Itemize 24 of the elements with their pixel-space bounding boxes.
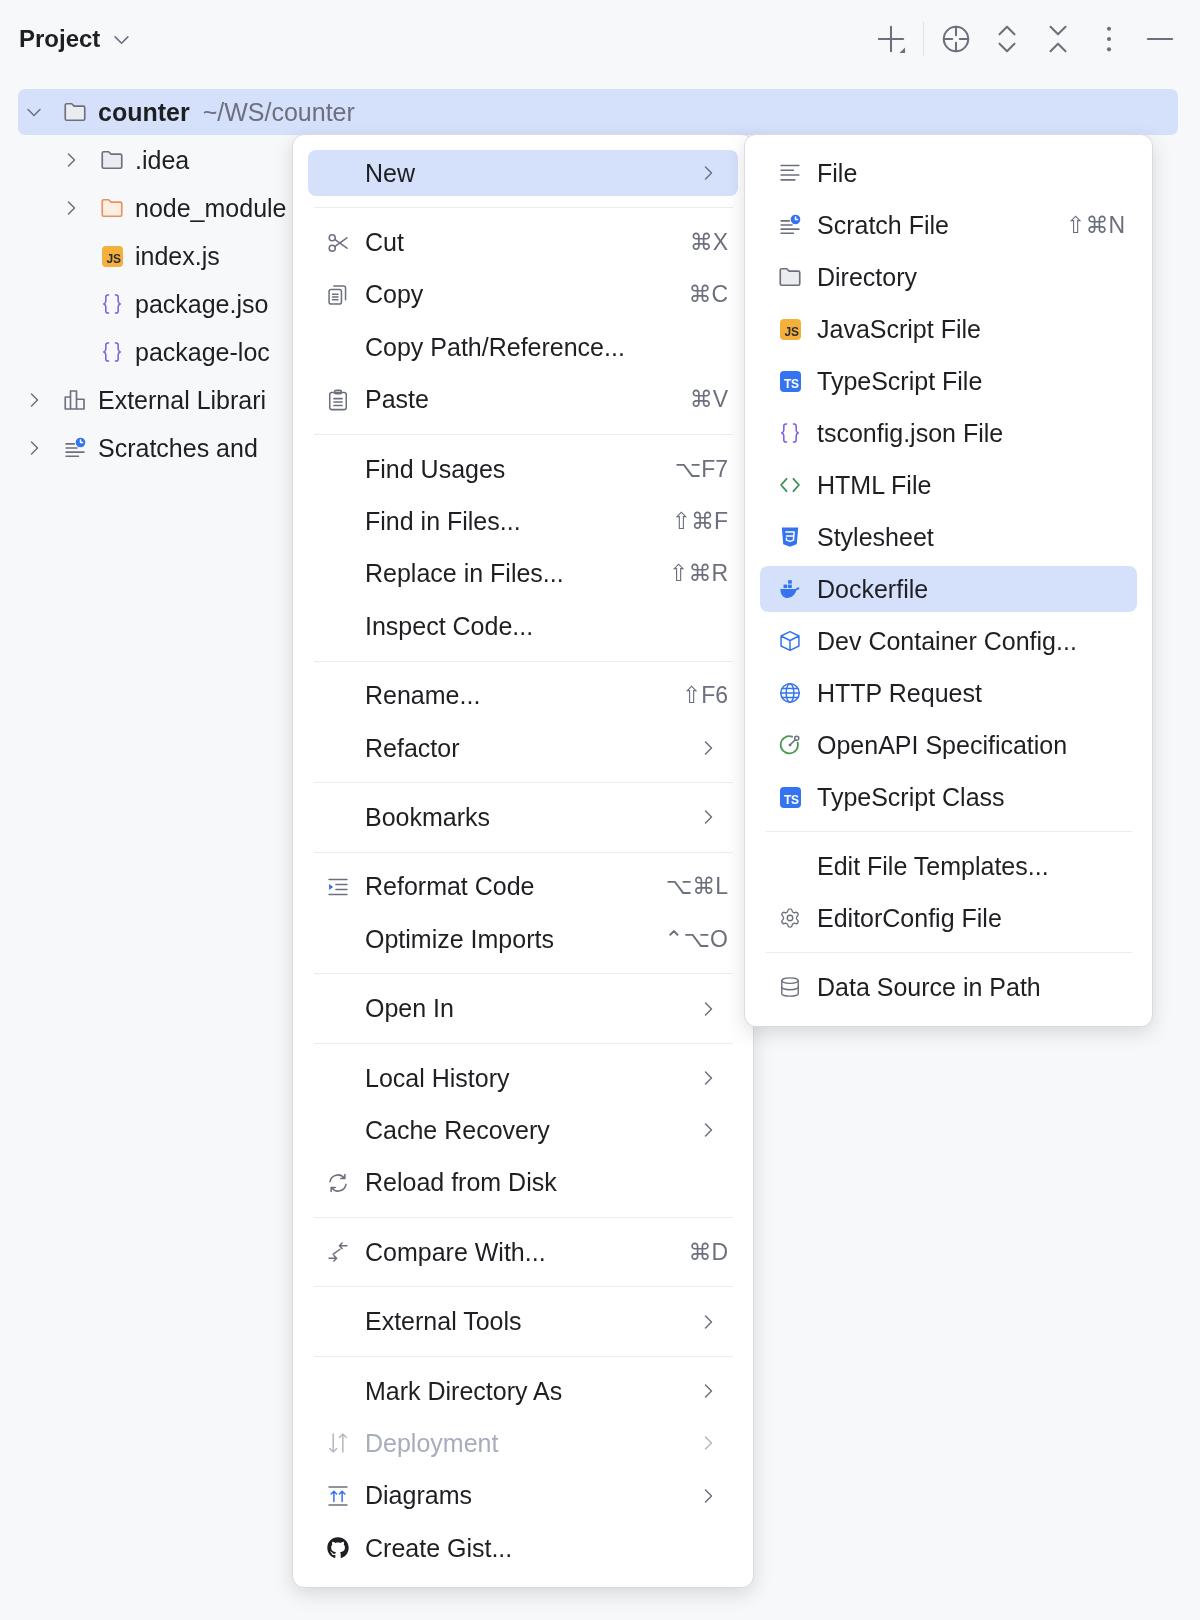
file-type-badge: JS bbox=[101, 245, 123, 267]
shortcut-text: ⌥⌘L bbox=[665, 873, 728, 901]
file-name-text: counter bbox=[98, 97, 190, 127]
file-name-text: node_module bbox=[135, 193, 287, 223]
file-type-badge: TS bbox=[779, 786, 801, 808]
shortcut-text: ⌥F7 bbox=[674, 455, 728, 483]
file-name-text: Scratches and bbox=[98, 433, 258, 463]
file-name-text: index.js bbox=[135, 241, 220, 271]
shortcut-text: ⌃⌥O bbox=[664, 925, 728, 953]
shortcut-text: ⇧⌘F bbox=[671, 508, 728, 536]
shortcut-text: ⇧⌘R bbox=[669, 560, 728, 588]
file-type-badge: JS bbox=[779, 318, 801, 340]
path-text: ~/WS/counter bbox=[202, 97, 355, 127]
shortcut-text: ⇧⌘N bbox=[1066, 211, 1125, 239]
shortcut-text: ⌘C bbox=[688, 281, 728, 309]
shortcut-text: ⌘V bbox=[689, 386, 728, 414]
shortcut-text: ⌘X bbox=[689, 229, 728, 257]
file-type-badge: TS bbox=[779, 370, 801, 392]
file-name-text: package.jso bbox=[135, 289, 269, 319]
shortcut-text: ⌘D bbox=[688, 1238, 728, 1266]
file-name-text: package-loc bbox=[135, 337, 270, 367]
shortcut-text: ⇧F6 bbox=[681, 682, 728, 710]
file-name-text: External Librari bbox=[98, 385, 267, 415]
file-name-text: .idea bbox=[135, 145, 190, 175]
